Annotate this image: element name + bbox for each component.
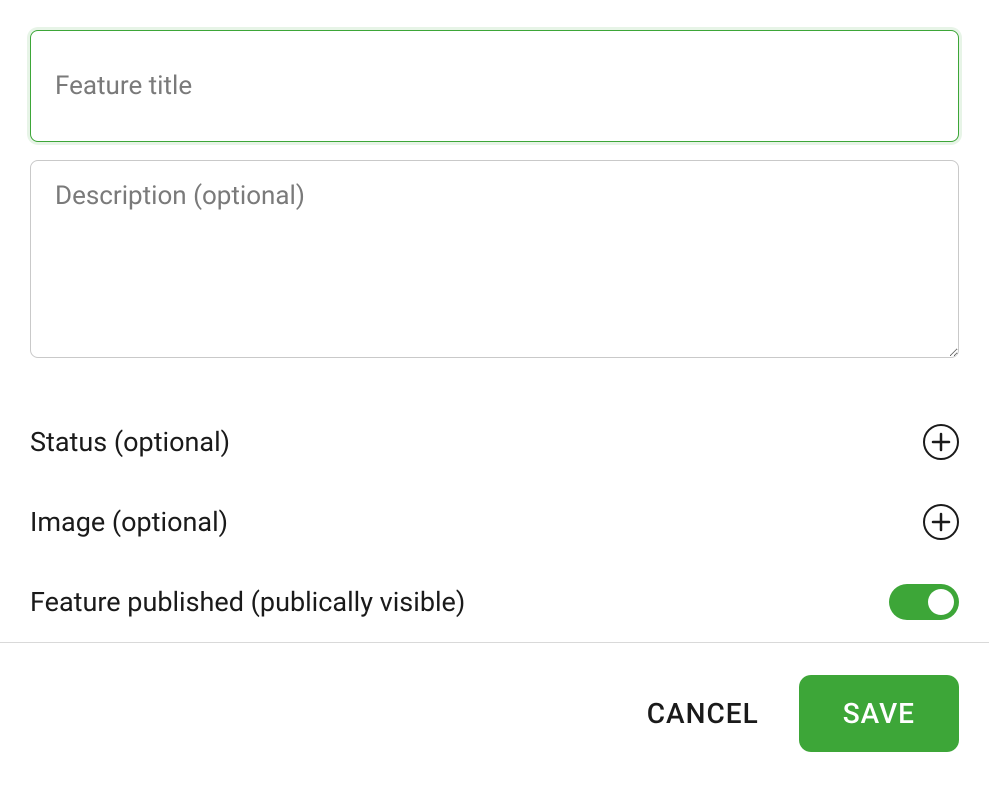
published-row: Feature published (publically visible)	[30, 562, 959, 642]
plus-icon	[931, 512, 951, 532]
feature-description-input[interactable]	[30, 160, 959, 358]
save-button[interactable]: SAVE	[799, 675, 959, 752]
toggle-knob	[928, 589, 954, 615]
published-toggle[interactable]	[889, 584, 959, 620]
status-row: Status (optional)	[30, 402, 959, 482]
plus-icon	[931, 432, 951, 452]
dialog-footer: CANCEL SAVE	[0, 643, 989, 784]
status-label: Status (optional)	[30, 426, 230, 458]
feature-form: Status (optional) Image (optional) Featu…	[0, 0, 989, 642]
published-label: Feature published (publically visible)	[30, 586, 465, 618]
add-image-button[interactable]	[923, 504, 959, 540]
cancel-button[interactable]: CANCEL	[647, 697, 759, 730]
image-label: Image (optional)	[30, 506, 228, 538]
feature-title-input[interactable]	[30, 30, 959, 142]
image-row: Image (optional)	[30, 482, 959, 562]
add-status-button[interactable]	[923, 424, 959, 460]
